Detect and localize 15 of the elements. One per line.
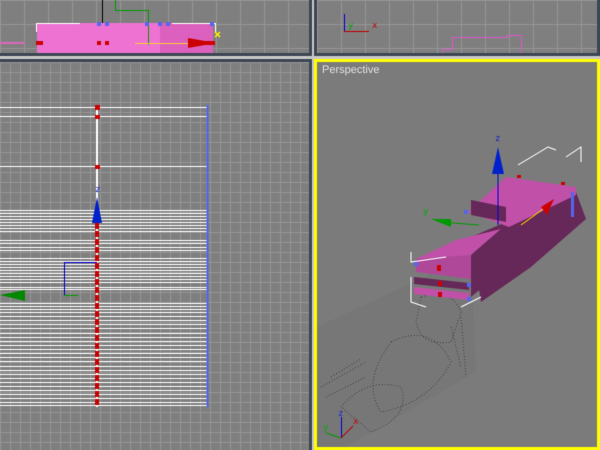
- axis-label: x: [372, 21, 378, 31]
- axis-label: y: [423, 207, 428, 217]
- axis-label: y: [348, 21, 354, 31]
- viewport[interactable]: [0, 0, 312, 56]
- axis-label: x: [353, 417, 358, 427]
- pivot-icon: [214, 31, 221, 38]
- axis-label: z: [95, 185, 100, 195]
- axis-label: z: [495, 134, 500, 144]
- axis-label: y: [323, 423, 328, 433]
- axis-tripod-icon: [344, 14, 370, 32]
- axis-tripod-icon: [326, 416, 354, 438]
- viewport[interactable]: Perspective z y z y x: [314, 59, 600, 450]
- axis-label: z: [338, 409, 344, 419]
- viewport[interactable]: z: [0, 59, 312, 450]
- viewport-label[interactable]: Perspective: [322, 64, 380, 76]
